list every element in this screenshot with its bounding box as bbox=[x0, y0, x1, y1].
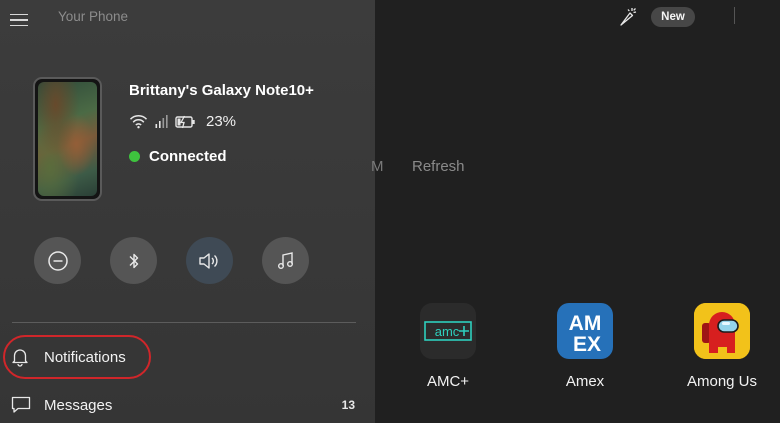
battery-level: 23% bbox=[206, 113, 237, 130]
svg-text:EX: EX bbox=[573, 333, 601, 356]
app-title: Your Phone bbox=[58, 9, 129, 24]
new-badge[interactable]: New bbox=[651, 7, 695, 27]
title-bar-separator bbox=[734, 7, 735, 24]
bluetooth-button[interactable] bbox=[110, 237, 157, 284]
connected-dot-icon bbox=[129, 151, 140, 162]
wifi-icon bbox=[129, 115, 148, 129]
amex-icon: AM EX bbox=[557, 303, 613, 359]
refresh-link[interactable]: Refresh bbox=[412, 158, 465, 175]
signal-bars-icon bbox=[155, 115, 168, 128]
among-us-icon bbox=[694, 303, 750, 359]
messages-count-badge: 13 bbox=[341, 398, 355, 412]
amc-plus-icon: amc bbox=[420, 303, 476, 359]
connection-status: Connected bbox=[129, 148, 227, 165]
nav-item-notifications[interactable]: Notifications bbox=[0, 337, 375, 377]
volume-button[interactable] bbox=[186, 237, 233, 284]
app-label: Among Us bbox=[686, 373, 758, 390]
clipped-text: M bbox=[371, 158, 384, 175]
phone-status-row: 23% bbox=[129, 113, 236, 130]
device-pane: Your Phone Brittany's Galaxy Note10+ 23%… bbox=[0, 0, 375, 423]
whats-new-sparkle-icon[interactable] bbox=[617, 6, 639, 28]
music-note-icon bbox=[277, 251, 293, 269]
phone-name: Brittany's Galaxy Note10+ bbox=[129, 82, 314, 99]
battery-saver-icon bbox=[175, 115, 195, 128]
nav-label-messages: Messages bbox=[44, 396, 113, 414]
music-button[interactable] bbox=[262, 237, 309, 284]
connection-label: Connected bbox=[149, 148, 227, 165]
svg-text:amc: amc bbox=[435, 324, 460, 339]
app-tile-amex[interactable]: AM EX Amex bbox=[525, 303, 645, 403]
app-tile-amc-plus[interactable]: amc AMC+ bbox=[388, 303, 508, 403]
app-label: Amex bbox=[565, 373, 605, 390]
do-not-disturb-button[interactable] bbox=[34, 237, 81, 284]
speaker-icon bbox=[198, 252, 218, 269]
chat-bubble-icon bbox=[11, 396, 31, 413]
phone-wallpaper-image bbox=[33, 77, 102, 201]
bluetooth-icon bbox=[129, 253, 138, 268]
svg-text:AM: AM bbox=[569, 312, 602, 335]
app-tile-among-us[interactable]: Among Us bbox=[662, 303, 780, 403]
bell-icon bbox=[12, 349, 28, 367]
hamburger-menu-icon[interactable] bbox=[8, 8, 32, 32]
minus-circle-icon bbox=[47, 250, 68, 271]
nav-item-messages[interactable]: Messages 13 bbox=[0, 385, 375, 423]
app-label: AMC+ bbox=[426, 373, 470, 390]
pane-divider bbox=[12, 322, 356, 323]
nav-label-notifications: Notifications bbox=[44, 348, 126, 366]
